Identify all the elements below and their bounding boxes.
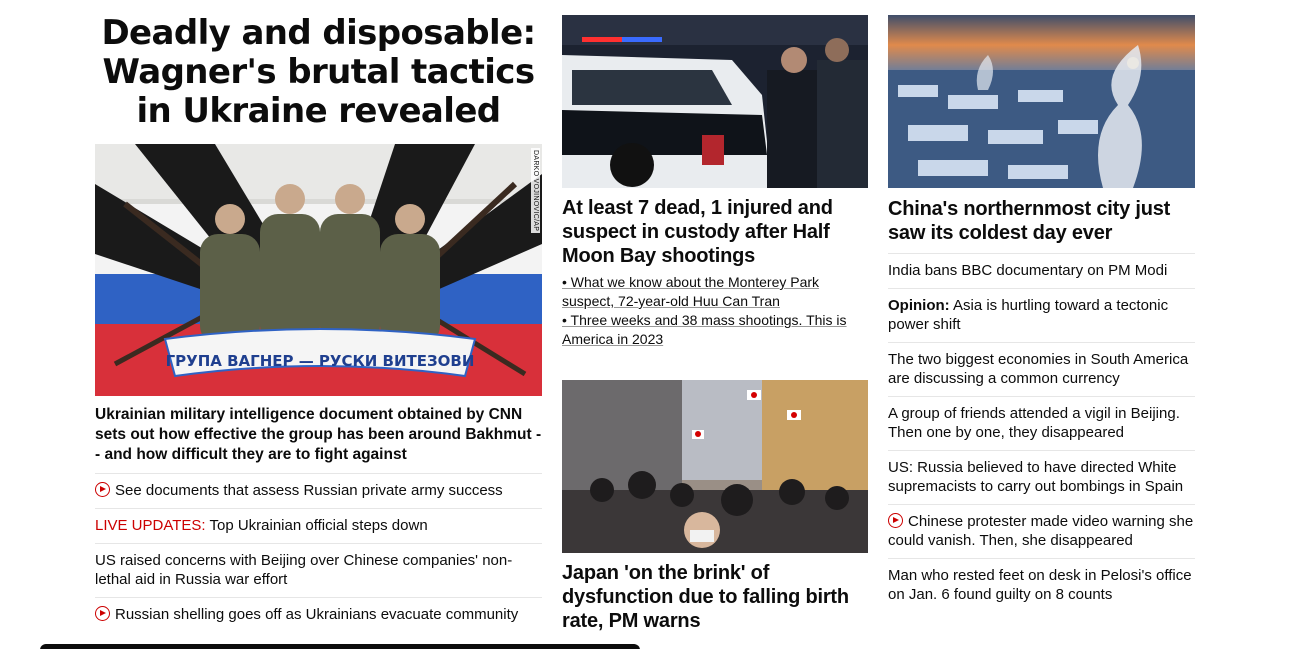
snowy-town-photo	[888, 15, 1195, 188]
bottom-banner-edge	[40, 644, 640, 649]
right-column: China's northernmost city just saw its c…	[888, 0, 1195, 612]
wagner-mural-image: ГРУПА ВАГНЕР — РУСКИ ВИТЕЗОВИ	[95, 144, 542, 396]
link-text: US: Russia believed to have directed Whi…	[888, 459, 1184, 495]
right-link-opinion-asia[interactable]: Opinion: Asia is hurtling toward a tecto…	[888, 289, 1195, 343]
sublink-text: • What we know about the Monterey Park s…	[562, 274, 820, 309]
opinion-label: Opinion:	[888, 297, 950, 314]
half-moon-bay-image[interactable]	[562, 15, 868, 188]
japan-headline[interactable]: Japan 'on the brink' of dysfunction due …	[562, 561, 868, 633]
lead-link-live-updates[interactable]: LIVE UPDATES: Top Ukrainian official ste…	[95, 509, 542, 544]
link-text: Man who rested feet on desk in Pelosi's …	[888, 567, 1192, 603]
mural-banner-text: ГРУПА ВАГНЕР — РУСКИ ВИТЕЗОВИ	[166, 352, 475, 370]
half-moon-bay-sublinks: • What we know about the Monterey Park s…	[562, 273, 868, 349]
japan-image[interactable]	[562, 380, 868, 553]
sublink-text: • Three weeks and 38 mass shootings. Thi…	[562, 312, 847, 347]
lead-story: Deadly and disposable: Wagner's brutal t…	[95, 0, 542, 632]
lead-summary[interactable]: Ukrainian military intelligence document…	[95, 405, 542, 474]
right-link-bbc-documentary[interactable]: India bans BBC documentary on PM Modi	[888, 254, 1195, 289]
lead-link-video-shelling[interactable]: Russian shelling goes off as Ukrainians …	[95, 598, 542, 632]
right-link-pelosi-office[interactable]: Man who rested feet on desk in Pelosi's …	[888, 559, 1195, 612]
link-text: India bans BBC documentary on PM Modi	[888, 262, 1168, 279]
right-link-south-america-currency[interactable]: The two biggest economies in South Ameri…	[888, 343, 1195, 397]
sublink-mass-shootings[interactable]: • Three weeks and 38 mass shootings. Thi…	[562, 311, 868, 349]
link-text: The two biggest economies in South Ameri…	[888, 351, 1189, 387]
right-link-spain-bombings[interactable]: US: Russia believed to have directed Whi…	[888, 451, 1195, 505]
right-link-beijing-vigil[interactable]: A group of friends attended a vigil in B…	[888, 397, 1195, 451]
play-icon	[95, 606, 110, 621]
china-cold-headline[interactable]: China's northernmost city just saw its c…	[888, 197, 1195, 254]
link-text: Russian shelling goes off as Ukrainians …	[115, 606, 519, 623]
link-text: US raised concerns with Beijing over Chi…	[95, 552, 513, 588]
right-link-chinese-protester-video[interactable]: Chinese protester made video warning she…	[888, 505, 1195, 559]
live-updates-label: LIVE UPDATES:	[95, 517, 206, 534]
play-icon	[888, 513, 903, 528]
half-moon-bay-headline[interactable]: At least 7 dead, 1 injured and suspect i…	[562, 196, 868, 268]
right-links: India bans BBC documentary on PM Modi Op…	[888, 254, 1195, 612]
play-icon	[95, 482, 110, 497]
china-cold-image[interactable]	[888, 15, 1195, 188]
tokyo-crowd-photo	[562, 380, 868, 553]
image-credit: DARKO VOJINOVIC/AP	[531, 148, 540, 234]
sublink-monterey-park[interactable]: • What we know about the Monterey Park s…	[562, 273, 868, 311]
link-text: A group of friends attended a vigil in B…	[888, 405, 1180, 441]
lead-headline[interactable]: Deadly and disposable: Wagner's brutal t…	[95, 14, 542, 131]
police-car-photo	[562, 15, 868, 188]
middle-column: At least 7 dead, 1 injured and suspect i…	[562, 0, 868, 633]
lead-link-video-documents[interactable]: See documents that assess Russian privat…	[95, 474, 542, 509]
lead-link-beijing-concerns[interactable]: US raised concerns with Beijing over Chi…	[95, 544, 542, 598]
lead-image[interactable]: ГРУПА ВАГНЕР — РУСКИ ВИТЕЗОВИ DARKO VOJI…	[95, 144, 542, 396]
lead-links: See documents that assess Russian privat…	[95, 474, 542, 632]
link-text: Top Ukrainian official steps down	[205, 517, 428, 534]
link-text: Chinese protester made video warning she…	[888, 513, 1194, 549]
link-text: See documents that assess Russian privat…	[115, 482, 503, 499]
